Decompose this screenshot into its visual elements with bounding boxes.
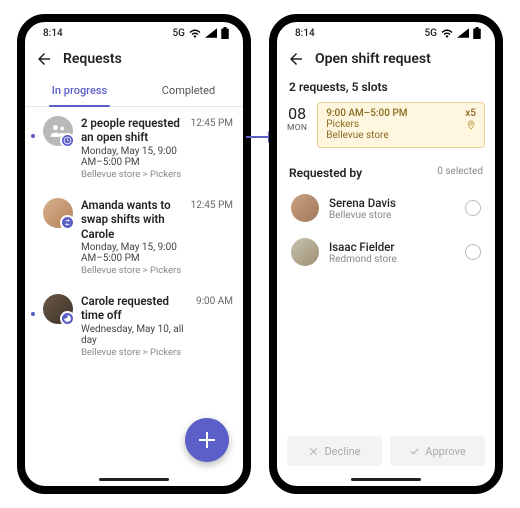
wifi-icon <box>441 28 453 38</box>
item-subtitle: Wednesday, May 10, all day <box>81 324 188 346</box>
unread-dot <box>31 312 35 316</box>
person-row[interactable]: Isaac Fielder Redmond store <box>277 230 495 274</box>
check-icon <box>409 446 420 457</box>
approve-label: Approve <box>425 445 465 458</box>
person-store: Bellevue store <box>329 210 396 221</box>
clock-time: 8:14 <box>295 28 315 39</box>
tab-completed[interactable]: Completed <box>134 76 243 106</box>
back-button[interactable] <box>35 50 53 68</box>
person-info: Isaac Fielder Redmond store <box>329 240 397 265</box>
header: Requests <box>25 44 243 76</box>
selected-count: 0 selected <box>437 166 483 180</box>
item-meta: Bellevue store > Pickers <box>81 169 183 180</box>
signal-icon <box>457 28 469 38</box>
statusbar: 8:14 5G <box>277 22 495 44</box>
page-title: Requests <box>63 51 122 67</box>
statusbar: 8:14 5G <box>25 22 243 44</box>
open-shift-badge <box>60 133 75 148</box>
requested-by-label: Requested by <box>289 166 362 180</box>
item-title: Amanda wants to swap shifts with Carole <box>81 198 183 241</box>
slot-store: Bellevue store <box>326 130 476 141</box>
list-item[interactable]: Carole requested time off Wednesday, May… <box>25 285 243 367</box>
item-timestamp: 12:45 PM <box>191 116 233 129</box>
select-radio[interactable] <box>465 200 481 216</box>
slot-card[interactable]: 9:00 AM–5:00 PM x5 Pickers Bellevue stor… <box>317 102 485 148</box>
item-body: Amanda wants to swap shifts with Carole … <box>81 198 183 276</box>
item-timestamp: 9:00 AM <box>196 294 233 307</box>
person-name: Isaac Fielder <box>329 240 397 254</box>
arrow-left-icon <box>35 50 53 68</box>
swap-badge <box>60 215 75 230</box>
shift-slot: 08 MON 9:00 AM–5:00 PM x5 Pickers Bellev… <box>287 102 485 148</box>
item-title: 2 people requested an open shift <box>81 116 183 145</box>
decline-button[interactable]: Decline <box>287 436 382 466</box>
item-title: Carole requested time off <box>81 294 188 323</box>
header: Open shift request <box>277 44 495 76</box>
slot-count: x5 <box>465 108 476 119</box>
person-avatar <box>43 198 73 228</box>
slot-group: Pickers <box>326 119 359 130</box>
person-store: Redmond store <box>329 254 397 265</box>
item-meta: Bellevue store > Pickers <box>81 265 183 276</box>
network-label: 5G <box>173 28 186 39</box>
unread-dot <box>31 134 35 138</box>
battery-icon <box>473 27 481 39</box>
location-pin-icon <box>466 120 476 130</box>
summary-text: 2 requests, 5 slots <box>277 76 495 102</box>
item-subtitle: Monday, May 15, 9:00 AM–5:00 PM <box>81 242 183 264</box>
status-icons: 5G <box>425 27 482 39</box>
action-footer: Decline Approve <box>277 426 495 486</box>
item-subtitle: Monday, May 15, 9:00 AM–5:00 PM <box>81 146 183 168</box>
approve-button[interactable]: Approve <box>390 436 485 466</box>
person-row[interactable]: Serena Davis Bellevue store <box>277 186 495 230</box>
group-avatar-icon <box>43 116 73 146</box>
phone-requests: 8:14 5G Requests In progress Completed 2… <box>17 14 251 494</box>
tab-in-progress[interactable]: In progress <box>25 76 134 106</box>
wifi-icon <box>189 28 201 38</box>
item-meta: Bellevue store > Pickers <box>81 347 188 358</box>
person-avatar <box>291 238 319 266</box>
add-button[interactable] <box>185 418 229 462</box>
person-avatar <box>291 194 319 222</box>
slot-day-number: 08 <box>287 104 307 123</box>
slot-day-abbr: MON <box>287 123 307 133</box>
signal-icon <box>205 28 217 38</box>
list-item[interactable]: Amanda wants to swap shifts with Carole … <box>25 189 243 285</box>
battery-icon <box>221 27 229 39</box>
home-indicator <box>99 478 169 481</box>
slot-time: 9:00 AM–5:00 PM <box>326 108 407 119</box>
timeoff-badge <box>60 311 75 326</box>
network-label: 5G <box>425 28 438 39</box>
slot-date: 08 MON <box>287 102 307 148</box>
status-icons: 5G <box>173 27 230 39</box>
x-icon <box>308 446 319 457</box>
arrow-left-icon <box>287 50 305 68</box>
requested-by-header: Requested by 0 selected <box>277 158 495 186</box>
tabs: In progress Completed <box>25 76 243 107</box>
item-body: 2 people requested an open shift Monday,… <box>81 116 183 180</box>
decline-label: Decline <box>324 445 360 458</box>
item-timestamp: 12:45 PM <box>191 198 233 211</box>
page-title: Open shift request <box>315 51 431 67</box>
select-radio[interactable] <box>465 244 481 260</box>
person-name: Serena Davis <box>329 196 396 210</box>
person-avatar <box>43 294 73 324</box>
back-button[interactable] <box>287 50 305 68</box>
person-info: Serena Davis Bellevue store <box>329 196 396 221</box>
phone-open-shift: 8:14 5G Open shift request 2 requests, 5… <box>269 14 503 494</box>
clock-time: 8:14 <box>43 28 63 39</box>
home-indicator <box>351 478 421 481</box>
list-item[interactable]: 2 people requested an open shift Monday,… <box>25 107 243 189</box>
item-body: Carole requested time off Wednesday, May… <box>81 294 188 358</box>
